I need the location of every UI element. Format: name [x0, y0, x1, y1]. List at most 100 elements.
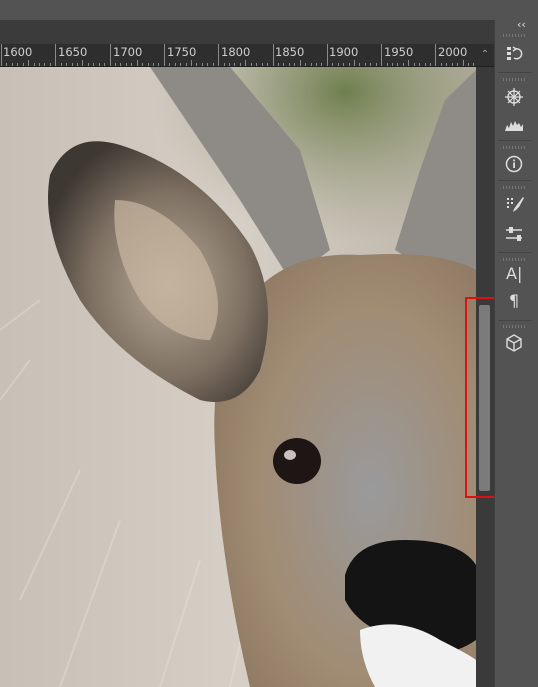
ruler-tick: [326, 44, 328, 66]
ruler-tick: [473, 63, 475, 66]
adjustments-icon[interactable]: [500, 223, 528, 245]
ruler-tick: [196, 63, 198, 66]
ruler-tick: [163, 44, 165, 66]
history-icon[interactable]: [500, 43, 528, 65]
ruler-tick: [429, 63, 431, 66]
ruler-tick: [267, 63, 269, 66]
ruler-tick: [261, 63, 263, 66]
ruler-tick: [6, 63, 8, 66]
panel-divider: [498, 180, 532, 181]
ruler-tick: [451, 63, 453, 66]
paragraph-glyph: ¶: [509, 291, 520, 310]
ruler-tick: [462, 60, 464, 66]
ruler-tick: [185, 63, 187, 66]
ruler-tick: [457, 63, 459, 66]
panel-grip[interactable]: [503, 186, 525, 189]
ruler-tick: [158, 63, 160, 66]
ruler-tick: [136, 60, 138, 66]
3d-icon[interactable]: [500, 332, 528, 354]
ruler-tick: [131, 63, 133, 66]
ruler-tick: [11, 63, 13, 66]
ruler-tick: [234, 63, 236, 66]
info-icon[interactable]: [500, 153, 528, 175]
ruler-tick: [153, 63, 155, 66]
ruler-tick: [310, 63, 312, 66]
ruler-tick: [1, 44, 2, 66]
ruler-tick: [218, 44, 220, 66]
ruler-corner: ⌃: [476, 44, 494, 67]
deer-photo: [0, 67, 476, 687]
panel-grip[interactable]: [503, 34, 525, 37]
panel-grip[interactable]: [503, 325, 525, 328]
ruler-tick: [272, 44, 274, 66]
ruler-tick: [283, 63, 285, 66]
ruler-tick: [305, 63, 307, 66]
ruler-tick: [332, 63, 334, 66]
ruler-tick: [250, 63, 252, 66]
ruler-label: 1900: [329, 45, 359, 59]
ruler-tick: [44, 63, 46, 66]
ruler-tick: [348, 63, 350, 66]
ruler-tick: [39, 63, 40, 66]
ruler-tick: [191, 60, 193, 66]
ruler-tick: [408, 60, 410, 66]
panel-divider: [498, 140, 532, 141]
panel-divider: [498, 72, 532, 73]
ruler-label: 1950: [384, 45, 414, 59]
collapse-panels-button[interactable]: ‹‹: [517, 18, 526, 31]
ruler-tick: [174, 63, 176, 66]
ruler-tick: [223, 63, 225, 66]
ruler-tick: [386, 63, 388, 66]
ruler-label: 1800: [221, 45, 251, 59]
ruler-tick: [120, 63, 122, 66]
ruler-tick: [169, 63, 171, 66]
navigator-icon[interactable]: [500, 86, 528, 108]
ruler-tick: [364, 63, 366, 66]
character-icon[interactable]: A|: [500, 264, 528, 286]
options-bar: [0, 20, 494, 44]
top-bar: [0, 0, 538, 20]
ruler-tick: [397, 63, 399, 66]
character-glyph: A|: [506, 264, 523, 283]
ruler-tick: [77, 63, 79, 66]
ruler-tick: [256, 63, 258, 66]
ruler-tick: [245, 60, 247, 66]
ruler-tick: [201, 63, 203, 66]
ruler-tick: [109, 44, 111, 66]
ruler-label: 1600: [3, 45, 33, 59]
ruler-tick: [315, 63, 317, 66]
ruler-tick: [277, 63, 279, 66]
ruler-tick: [104, 63, 106, 66]
ruler-tick: [207, 63, 209, 66]
ruler-label: 1650: [58, 45, 88, 59]
ruler-tick: [147, 63, 149, 66]
ruler-tick: [66, 63, 68, 66]
paragraph-icon[interactable]: ¶: [500, 291, 528, 313]
ruler-tick: [391, 63, 393, 66]
ruler-tick: [229, 63, 231, 66]
ruler-tick: [375, 63, 377, 66]
ruler-label: 2000: [438, 45, 468, 59]
ruler-tick: [402, 63, 404, 66]
ruler-tick: [22, 63, 24, 66]
ruler-tick: [71, 63, 73, 66]
brush-settings-icon[interactable]: [500, 194, 528, 216]
ruler-tick: [440, 63, 442, 66]
ruler-tick: [82, 60, 84, 66]
ruler-tick: [87, 63, 89, 66]
histogram-icon[interactable]: [500, 113, 528, 135]
ruler-tick: [343, 63, 345, 66]
ruler-tick: [125, 63, 127, 66]
panel-grip[interactable]: [503, 258, 525, 261]
ruler-tick: [28, 60, 30, 66]
ruler-tick: [359, 63, 361, 66]
ruler-tick: [60, 63, 62, 66]
ruler-tick: [17, 63, 19, 66]
panel-grip[interactable]: [503, 146, 525, 149]
document-canvas[interactable]: [0, 67, 476, 687]
ruler-tick: [299, 60, 301, 66]
ruler-label: 1850: [275, 45, 305, 59]
panel-grip[interactable]: [503, 78, 525, 81]
ruler-tick: [467, 63, 469, 66]
ruler-tick: [424, 63, 426, 66]
